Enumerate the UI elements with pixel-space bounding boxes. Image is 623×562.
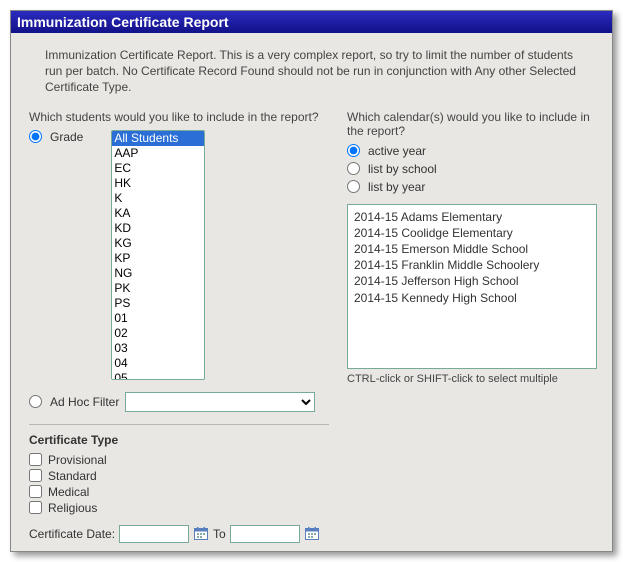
radio-adhoc[interactable]	[29, 395, 42, 408]
grade-option[interactable]: PK	[112, 281, 204, 296]
intro-text: Immunization Certificate Report. This is…	[25, 41, 598, 110]
grade-option[interactable]: HK	[112, 176, 204, 191]
radio-adhoc-label: Ad Hoc Filter	[50, 395, 119, 409]
chk-medical-label: Medical	[48, 485, 89, 499]
chk-standard[interactable]	[29, 469, 42, 482]
chk-provisional-label: Provisional	[48, 453, 107, 467]
grade-option[interactable]: 04	[112, 356, 204, 371]
cert-date-from[interactable]	[119, 525, 189, 543]
cert-date-to-label: To	[213, 527, 226, 541]
calendar-item[interactable]: 2014-15 Franklin Middle Schoolery	[350, 257, 594, 273]
cert-date-to[interactable]	[230, 525, 300, 543]
grade-option[interactable]: 03	[112, 341, 204, 356]
grade-option[interactable]: KA	[112, 206, 204, 221]
radio-school-row[interactable]: list by school	[347, 162, 597, 176]
report-panel: Immunization Certificate Report Immuniza…	[10, 10, 613, 552]
calendar-item[interactable]: 2014-15 Kennedy High School	[350, 290, 594, 306]
grade-option[interactable]: PS	[112, 296, 204, 311]
calendar-item[interactable]: 2014-15 Adams Elementary	[350, 209, 594, 225]
grade-option[interactable]: 05	[112, 371, 204, 380]
grade-option[interactable]: AAP	[112, 146, 204, 161]
radio-list-by-year-label: list by year	[368, 180, 425, 194]
radio-year-row[interactable]: list by year	[347, 180, 597, 194]
radio-active-year-label: active year	[368, 144, 426, 158]
grade-option[interactable]: K	[112, 191, 204, 206]
radio-active-year[interactable]	[347, 144, 360, 157]
grade-option[interactable]: 01	[112, 311, 204, 326]
chk-provisional[interactable]	[29, 453, 42, 466]
radio-list-by-year[interactable]	[347, 180, 360, 193]
radio-grade-row[interactable]: Grade	[29, 130, 83, 144]
chk-standard-row[interactable]: Standard	[29, 469, 329, 483]
grade-option[interactable]: KP	[112, 251, 204, 266]
radio-list-by-school-label: list by school	[368, 162, 437, 176]
adhoc-filter-select[interactable]	[125, 392, 315, 412]
title-text: Immunization Certificate Report	[17, 14, 229, 30]
chk-provisional-row[interactable]: Provisional	[29, 453, 329, 467]
chk-religious-row[interactable]: Religious	[29, 501, 329, 515]
grade-option[interactable]: 02	[112, 326, 204, 341]
calendar-item[interactable]: 2014-15 Emerson Middle School	[350, 241, 594, 257]
calendars-question: Which calendar(s) would you like to incl…	[347, 110, 597, 138]
calendar-icon-to[interactable]	[304, 526, 320, 541]
grade-option[interactable]: EC	[112, 161, 204, 176]
students-question: Which students would you like to include…	[29, 110, 329, 124]
grade-option[interactable]: KD	[112, 221, 204, 236]
radio-grade-label: Grade	[50, 130, 83, 144]
chk-religious[interactable]	[29, 501, 42, 514]
calendar-listbox[interactable]: 2014-15 Adams Elementary2014-15 Coolidge…	[347, 204, 597, 369]
panel-body: Immunization Certificate Report. This is…	[11, 33, 612, 551]
grade-option[interactable]: All Students	[112, 131, 204, 146]
grade-option[interactable]: NG	[112, 266, 204, 281]
title-bar: Immunization Certificate Report	[11, 11, 612, 33]
calendar-icon-from[interactable]	[193, 526, 209, 541]
calendar-item[interactable]: 2014-15 Coolidge Elementary	[350, 225, 594, 241]
separator	[29, 424, 329, 425]
chk-medical[interactable]	[29, 485, 42, 498]
chk-standard-label: Standard	[48, 469, 97, 483]
radio-list-by-school[interactable]	[347, 162, 360, 175]
cert-section-title: Certificate Type	[29, 433, 329, 447]
chk-medical-row[interactable]: Medical	[29, 485, 329, 499]
grade-option[interactable]: KG	[112, 236, 204, 251]
grade-listbox[interactable]: All StudentsAAPECHKKKAKDKGKPNGPKPS010203…	[111, 130, 205, 380]
calendar-item[interactable]: 2014-15 Jefferson High School	[350, 273, 594, 289]
multiselect-hint: CTRL-click or SHIFT-click to select mult…	[347, 373, 597, 385]
chk-religious-label: Religious	[48, 501, 97, 515]
radio-adhoc-row[interactable]: Ad Hoc Filter	[29, 395, 119, 409]
cert-date-label: Certificate Date:	[29, 527, 115, 541]
radio-grade[interactable]	[29, 130, 42, 143]
radio-active-row[interactable]: active year	[347, 144, 597, 158]
